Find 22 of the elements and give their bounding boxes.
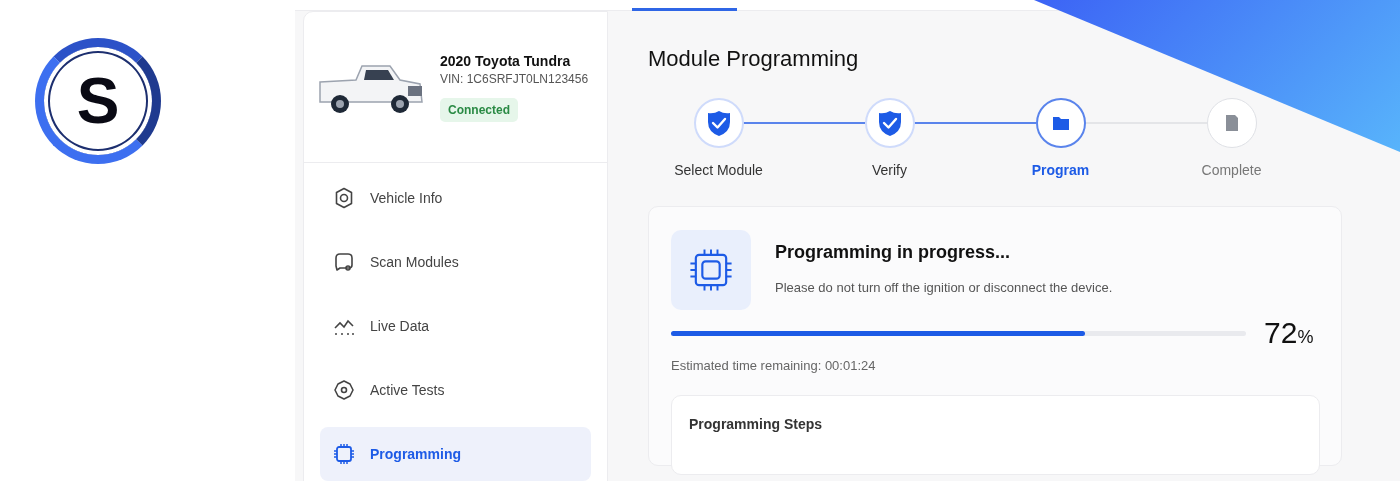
warning-message: Please do not turn off the ignition or disconnect the device. (775, 280, 1113, 295)
page-title: Module Programming (648, 46, 860, 72)
chip-icon (332, 442, 356, 466)
steps-title: Programming Steps (689, 416, 824, 432)
connection-status: Connected (440, 97, 518, 122)
percent-unit: % (1297, 327, 1314, 348)
percent-value: 72 (1264, 316, 1298, 350)
step-label: Verify (872, 162, 907, 178)
sidebar-item[interactable]: Live Data (320, 299, 591, 353)
step-label: Program (1031, 162, 1090, 178)
vehicle-name: 2020 Toyota Tundra (440, 52, 571, 69)
sidebar-item[interactable]: Scan Modules (320, 235, 591, 289)
step-label: Complete (1201, 162, 1262, 178)
gear-icon (332, 378, 356, 402)
sidebar-item[interactable]: Vehicle Info (320, 171, 591, 225)
vin-text: VIN: 1C6SRFJT0LN123456 (440, 71, 589, 86)
sidebar-item[interactable]: Active Tests (320, 363, 591, 417)
logo-letter: S (76, 69, 120, 133)
step-label: Select Module (674, 162, 763, 178)
progress-title: Programming in progress... (775, 242, 1012, 263)
time-remaining: Estimated time remaining: 00:01:24 (671, 358, 877, 373)
sidebar-item[interactable]: Programming (320, 427, 591, 481)
